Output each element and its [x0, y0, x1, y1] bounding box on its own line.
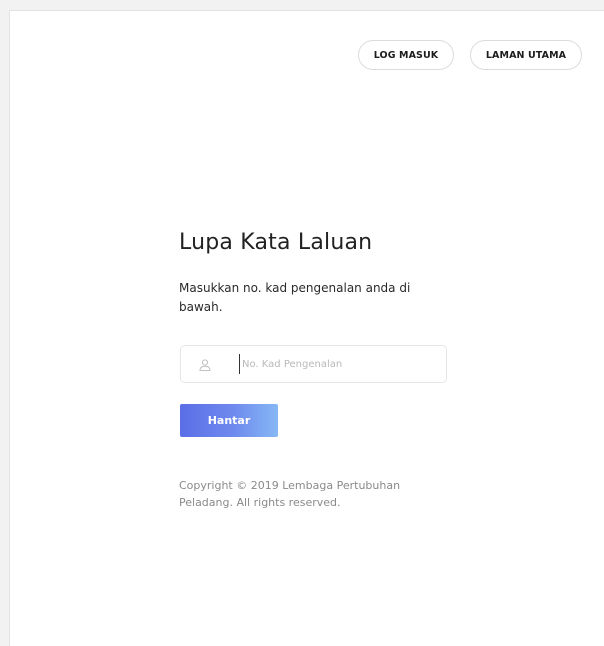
ic-number-input[interactable]: [239, 354, 437, 374]
page-title: Lupa Kata Laluan: [179, 230, 373, 255]
page-description: Masukkan no. kad pengenalan anda di bawa…: [179, 281, 411, 314]
home-button[interactable]: LAMAN UTAMA: [470, 40, 582, 70]
ic-number-field[interactable]: [180, 345, 447, 383]
login-button[interactable]: LOG MASUK: [358, 40, 454, 70]
copyright-text: Copyright © 2019 Lembaga Pertubuhan Pela…: [179, 479, 401, 509]
submit-button[interactable]: Hantar: [180, 404, 278, 437]
page-container: LOG MASUK LAMAN UTAMA Lupa Kata Laluan M…: [9, 10, 604, 646]
user-icon: [198, 357, 212, 371]
